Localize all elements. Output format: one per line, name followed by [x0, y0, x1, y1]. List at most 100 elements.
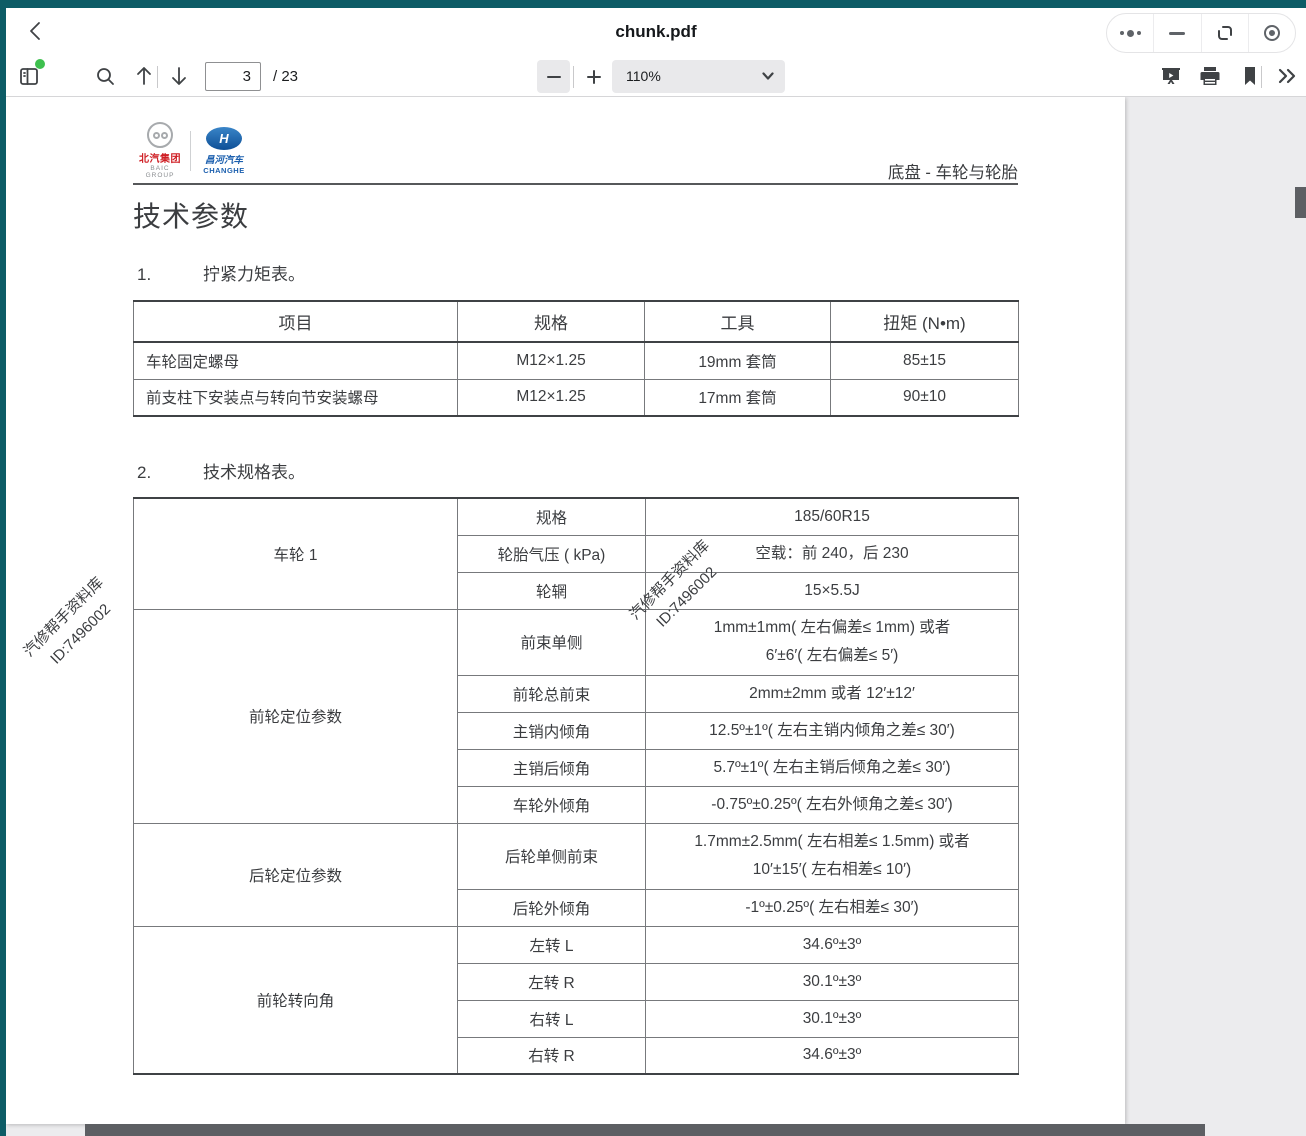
table-row: 车轮固定螺母 M12×1.25 19mm 套筒 85±15	[134, 342, 1019, 379]
minimize-button[interactable]	[1154, 14, 1200, 52]
value-cell: 空载：前 240，后 230	[646, 535, 1019, 572]
restore-icon	[1215, 23, 1235, 43]
body-cell: M12×1.25	[458, 342, 645, 379]
changhe-name-cn: 昌河汽车	[198, 152, 250, 166]
bookmark-icon	[1241, 65, 1259, 87]
section-1-heading: 1.拧紧力矩表。	[137, 260, 305, 285]
value-cell: -0.75º±0.25º( 左右外倾角之差≤ 30′)	[646, 786, 1019, 823]
horizontal-scrollbar-thumb[interactable]	[85, 1124, 1205, 1136]
value-cell: 1mm±1mm( 左右偏差≤ 1mm) 或者6′±6′( 左右偏差≤ 5′)	[646, 609, 1019, 675]
param-cell: 后轮单侧前束	[458, 823, 646, 889]
more-tools-icon	[1276, 66, 1298, 86]
header-cell: 规格	[458, 301, 645, 342]
baic-emblem-icon	[147, 122, 173, 148]
pdf-toolbar: / 23 110%	[6, 56, 1306, 97]
minimize-icon	[1169, 32, 1185, 35]
next-page-button[interactable]	[164, 61, 194, 91]
search-icon	[95, 66, 116, 87]
body-cell: M12×1.25	[458, 379, 645, 416]
param-cell: 前束单侧	[458, 609, 646, 675]
param-cell: 车轮外倾角	[458, 786, 646, 823]
pdf-viewer-window: chunk.pdf	[6, 8, 1306, 1136]
more-dots-icon	[1120, 30, 1141, 37]
page-number-input[interactable]	[205, 62, 261, 91]
divider	[573, 66, 574, 88]
param-cell: 主销内倾角	[458, 712, 646, 749]
param-cell: 右转 L	[458, 1000, 646, 1037]
changhe-name-en: CHANGHE	[198, 166, 250, 175]
logo-divider	[190, 131, 191, 171]
param-cell: 右转 R	[458, 1037, 646, 1074]
presentation-button[interactable]	[1156, 61, 1186, 91]
torque-table: 项目 规格 工具 扭矩 (N•m) 车轮固定螺母 M12×1.25 19mm 套…	[133, 300, 1019, 417]
param-cell: 轮辋	[458, 572, 646, 609]
group-cell: 前轮转向角	[134, 926, 458, 1074]
page-up-icon	[134, 65, 154, 87]
baic-name-en: BAIC GROUP	[137, 165, 183, 179]
zoom-level-value: 110%	[626, 60, 661, 93]
param-cell: 左转 L	[458, 926, 646, 963]
param-cell: 后轮外倾角	[458, 889, 646, 926]
titlebar: chunk.pdf	[6, 8, 1306, 56]
section-2-heading: 2.技术规格表。	[137, 458, 305, 483]
green-status-dot	[35, 59, 45, 69]
param-cell: 前轮总前束	[458, 675, 646, 712]
target-button[interactable]	[1249, 14, 1295, 52]
table-row: 后轮定位参数 后轮单侧前束 1.7mm±2.5mm( 左右相差≤ 1.5mm) …	[134, 823, 1019, 889]
header-cell: 工具	[645, 301, 831, 342]
vertical-scrollbar-thumb[interactable]	[1295, 187, 1306, 218]
dropdown-chevron-icon	[761, 69, 775, 83]
sidebar-toggle-button[interactable]	[14, 61, 44, 91]
value-cell: 5.7º±1º( 左右主销后倾角之差≤ 30′)	[646, 749, 1019, 786]
value-cell: 2mm±2mm 或者 12′±12′	[646, 675, 1019, 712]
more-tools-button[interactable]	[1272, 61, 1302, 91]
body-cell: 前支柱下安装点与转向节安装螺母	[134, 379, 458, 416]
header-cell: 项目	[134, 301, 458, 342]
restore-button[interactable]	[1202, 14, 1248, 52]
zoom-in-button[interactable]	[577, 60, 610, 93]
search-button[interactable]	[90, 61, 120, 91]
divider	[157, 66, 158, 88]
previous-page-button[interactable]	[129, 61, 159, 91]
window-controls	[1106, 13, 1296, 53]
param-cell: 规格	[458, 498, 646, 535]
header-rule	[133, 183, 1018, 185]
param-cell: 左转 R	[458, 963, 646, 1000]
body-cell: 车轮固定螺母	[134, 342, 458, 379]
body-cell: 85±15	[831, 342, 1019, 379]
table-row: 车轮 1 规格 185/60R15	[134, 498, 1019, 535]
body-cell: 17mm 套筒	[645, 379, 831, 416]
value-cell: 30.1º±3º	[646, 1000, 1019, 1037]
table-row: 前支柱下安装点与转向节安装螺母 M12×1.25 17mm 套筒 90±10	[134, 379, 1019, 416]
group-cell: 前轮定位参数	[134, 609, 458, 823]
value-cell: 185/60R15	[646, 498, 1019, 535]
chapter-header: 底盘 - 车轮与轮胎	[888, 159, 1018, 183]
zoom-out-button[interactable]	[537, 60, 570, 93]
body-cell: 90±10	[831, 379, 1019, 416]
value-cell: 15×5.5J	[646, 572, 1019, 609]
header-cell: 扭矩 (N•m)	[831, 301, 1019, 342]
page-down-icon	[169, 65, 189, 87]
changhe-logo: H 昌河汽车 CHANGHE	[198, 127, 250, 175]
print-icon	[1198, 64, 1222, 88]
page-title: 技术参数	[133, 195, 249, 235]
document-area: 北汽集团 BAIC GROUP H 昌河汽车 CHANGHE 底盘 - 车轮与轮…	[6, 97, 1306, 1136]
header-logos: 北汽集团 BAIC GROUP H 昌河汽车 CHANGHE	[137, 122, 250, 179]
group-cell: 后轮定位参数	[134, 823, 458, 926]
param-cell: 轮胎气压 ( kPa)	[458, 535, 646, 572]
zoom-out-icon	[545, 68, 563, 86]
baic-name-cn: 北汽集团	[137, 150, 183, 165]
group-cell: 车轮 1	[134, 498, 458, 609]
value-cell: 30.1º±3º	[646, 963, 1019, 1000]
zoom-level-select[interactable]: 110%	[612, 60, 785, 93]
target-icon	[1264, 25, 1280, 41]
body-cell: 19mm 套筒	[645, 342, 831, 379]
zoom-in-icon	[585, 68, 603, 86]
value-cell: 12.5º±1º( 左右主销内倾角之差≤ 30′)	[646, 712, 1019, 749]
changhe-emblem-icon: H	[206, 127, 242, 150]
table-row: 前轮转向角 左转 L 34.6º±3º	[134, 926, 1019, 963]
param-cell: 主销后倾角	[458, 749, 646, 786]
print-button[interactable]	[1195, 61, 1225, 91]
more-options-button[interactable]	[1107, 14, 1153, 52]
spec-table: 车轮 1 规格 185/60R15 轮胎气压 ( kPa) 空载：前 240，后…	[133, 497, 1019, 1075]
